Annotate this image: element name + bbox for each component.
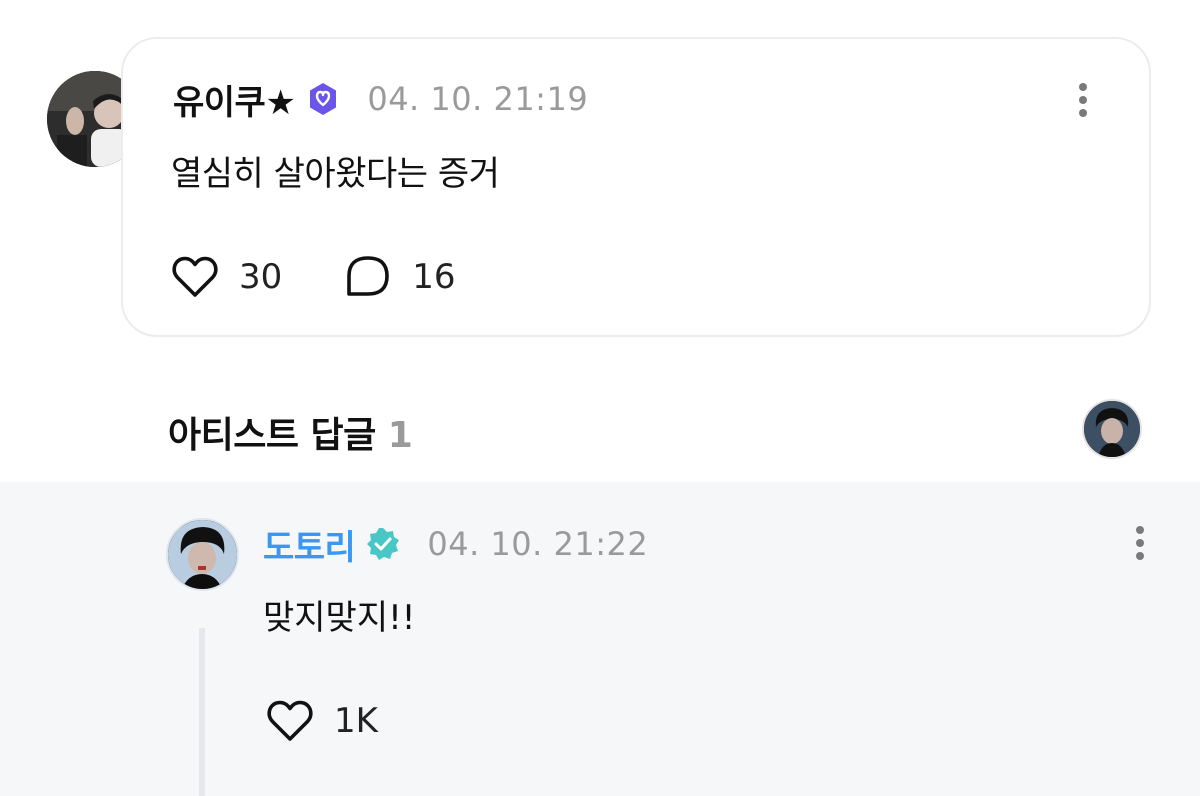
artist-replies-label: 아티스트 답글 — [168, 415, 376, 456]
artist-reply-section: 도토리 04. 10. 21:22 맞지맞지!! 1K — [0, 482, 1200, 796]
reply-like-button[interactable]: 1K — [266, 699, 378, 743]
heart-icon — [172, 256, 218, 297]
artist-avatar-small[interactable] — [1082, 399, 1142, 459]
post-like-button[interactable]: 30 — [171, 255, 282, 299]
thread-line — [199, 628, 205, 796]
avatar-photo — [1084, 401, 1140, 457]
comment-bubble-icon — [347, 256, 390, 296]
post-header: 유이쿠★ 04. 10. 21:19 — [173, 79, 589, 123]
avatar-photo — [168, 520, 237, 589]
reply-author-avatar[interactable] — [166, 518, 239, 591]
reply-more-options-icon[interactable] — [1130, 522, 1150, 562]
post-author-name[interactable]: 유이쿠★ — [173, 75, 296, 124]
post-card: 유이쿠★ 04. 10. 21:19 열심히 살아왔다는 증거 30 16 — [121, 37, 1151, 337]
reply-actions: 1K — [266, 696, 378, 746]
post-like-count: 30 — [239, 257, 283, 297]
post-text: 열심히 살아왔다는 증거 — [171, 154, 500, 194]
verified-badge-icon — [367, 528, 400, 560]
reply-header: 도토리 04. 10. 21:22 — [263, 520, 649, 569]
artist-replies-count: 1 — [387, 415, 413, 456]
artist-replies-title: 아티스트 답글 1 — [168, 406, 413, 458]
reply-text: 맞지맞지!! — [263, 598, 416, 638]
post-more-options-icon[interactable] — [1073, 79, 1093, 119]
heart-icon — [267, 700, 313, 741]
post-comment-count: 16 — [412, 257, 456, 297]
post-comment-button[interactable]: 16 — [344, 254, 456, 300]
reply-timestamp: 04. 10. 21:22 — [427, 525, 649, 563]
reply-author-name[interactable]: 도토리 — [263, 520, 356, 569]
reply-like-count: 1K — [334, 701, 378, 741]
post-timestamp: 04. 10. 21:19 — [367, 80, 589, 118]
verified-badge-icon — [310, 83, 337, 115]
post-actions: 30 16 — [171, 252, 456, 302]
